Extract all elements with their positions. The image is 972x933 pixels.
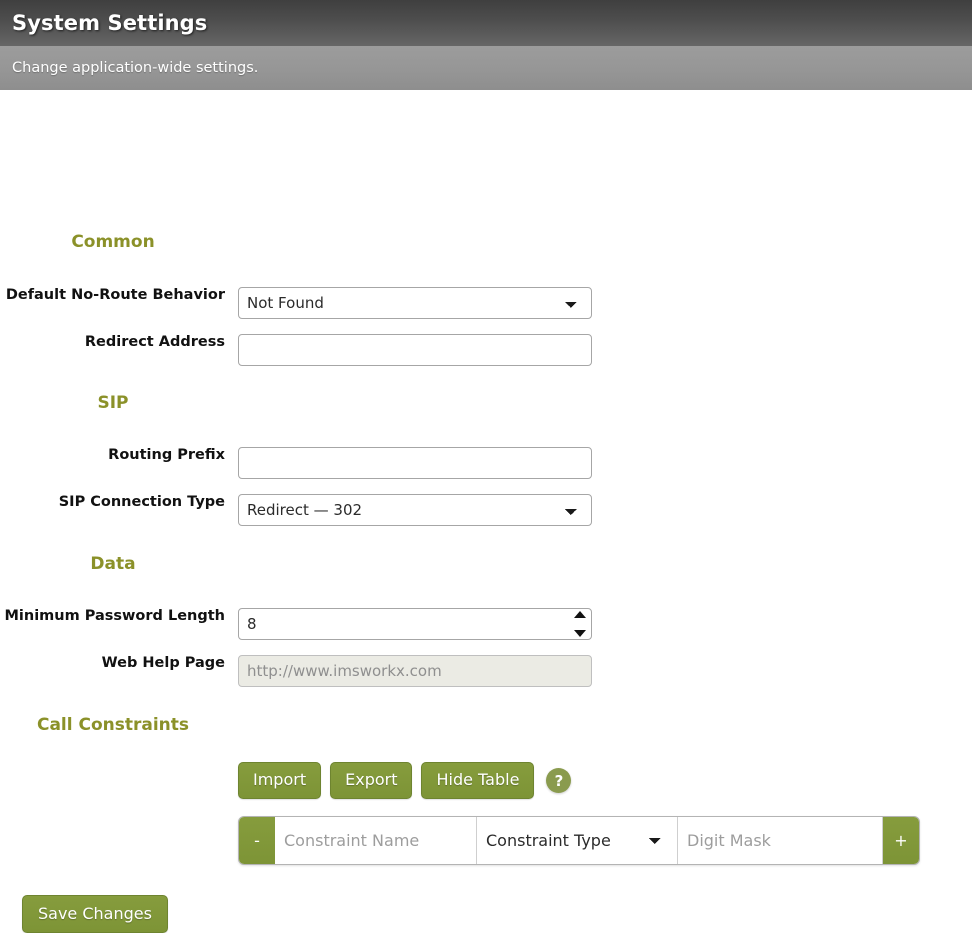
page-title: System Settings: [12, 11, 208, 35]
section-heading-common: Common: [71, 232, 155, 252]
section-heading-call-constraints: Call Constraints: [36, 715, 190, 735]
field-row-redirect-address: Redirect Address: [0, 334, 972, 366]
routing-prefix-input[interactable]: [238, 447, 592, 479]
sip-connection-type-select[interactable]: Redirect — 302: [238, 494, 592, 526]
page-subtitle: Change application-wide settings.: [12, 60, 259, 76]
page-header: System Settings: [0, 0, 972, 46]
constraint-name-input[interactable]: [275, 817, 476, 864]
stepper-down-icon[interactable]: [574, 630, 586, 637]
label-sip-connection-type: SIP Connection Type: [58, 494, 225, 510]
call-constraints-toolbar: Import Export Hide Table ?: [238, 762, 572, 799]
constraint-type-select[interactable]: Constraint Type: [477, 817, 677, 864]
help-icon[interactable]: ?: [546, 768, 572, 793]
section-heading-data: Data: [90, 554, 136, 574]
field-row-sip-connection-type: SIP Connection Type Redirect — 302: [0, 494, 972, 526]
page-subheader: Change application-wide settings.: [0, 46, 972, 90]
export-button[interactable]: Export: [330, 762, 413, 799]
label-default-no-route-behavior: Default No-Route Behavior: [5, 287, 225, 303]
label-web-help-page: Web Help Page: [101, 655, 225, 671]
constraint-name-cell: [275, 817, 477, 864]
minimum-password-length-input[interactable]: [238, 608, 592, 640]
field-row-web-help-page: Web Help Page: [0, 655, 972, 687]
hide-table-button[interactable]: Hide Table: [421, 762, 535, 799]
quantity-stepper[interactable]: [573, 611, 587, 637]
import-button[interactable]: Import: [238, 762, 322, 799]
digit-mask-input[interactable]: [678, 817, 882, 864]
stepper-up-icon[interactable]: [574, 611, 586, 618]
field-row-minimum-password-length: Minimum Password Length: [0, 608, 972, 640]
label-redirect-address: Redirect Address: [84, 334, 225, 350]
remove-row-button[interactable]: -: [239, 817, 275, 864]
redirect-address-input[interactable]: [238, 334, 592, 366]
call-constraints-table: - Constraint Type +: [238, 816, 920, 865]
default-no-route-behavior-select[interactable]: Not Found: [238, 287, 592, 319]
digit-mask-cell: [678, 817, 883, 864]
field-row-default-no-route-behavior: Default No-Route Behavior Not Found: [0, 287, 972, 319]
web-help-page-input: [238, 655, 592, 687]
save-changes-button[interactable]: Save Changes: [22, 895, 168, 933]
field-row-routing-prefix: Routing Prefix: [0, 447, 972, 479]
add-row-button[interactable]: +: [883, 817, 919, 864]
section-heading-sip: SIP: [97, 393, 129, 413]
label-minimum-password-length: Minimum Password Length: [4, 608, 225, 624]
label-routing-prefix: Routing Prefix: [108, 447, 225, 463]
constraint-type-cell: Constraint Type: [477, 817, 678, 864]
